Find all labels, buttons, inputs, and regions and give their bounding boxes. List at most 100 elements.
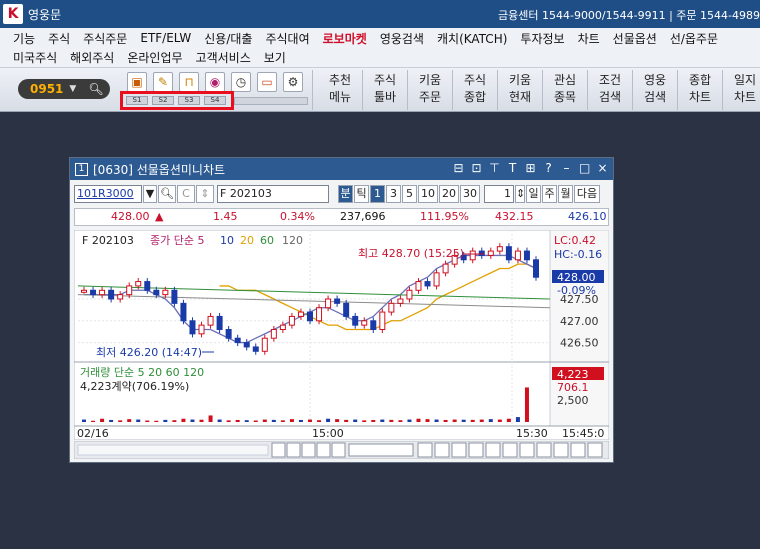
text-icon[interactable]: T [507,161,518,175]
range-button[interactable]: 일 [526,185,541,203]
plus-icon[interactable] [570,442,586,458]
period-button[interactable]: 10 [418,185,438,203]
search-icon[interactable]: 🔍︎ [158,185,176,203]
menu-item[interactable]: 로보마켓 [323,30,367,47]
range-button[interactable]: 다음 [574,185,600,203]
toolbar-button[interactable]: 주식 툴바 [363,70,407,110]
period-button[interactable]: 5 [402,185,417,203]
indicator-icon[interactable] [417,442,433,458]
quote-ratio: 111.95% [420,210,469,223]
chart-area[interactable]: 427.50 427.00 426.50 F 202103 종가 단순 5 10 20 60 1… [73,229,610,441]
minimize-icon[interactable]: – [561,161,572,175]
camera-icon[interactable]: ◉ [205,72,225,92]
zoom-icon[interactable] [536,442,552,458]
rewind-icon[interactable] [301,442,316,458]
link-icon[interactable]: ⊟ [453,161,464,175]
menu-item[interactable]: 고객서비스 [196,49,251,66]
window-title-bar[interactable]: 1 [0630] 선물옵션미니차트 ⊟ ⊡ ⊤ T ⊞ ? – □ × [70,158,613,180]
minus-icon[interactable] [553,442,569,458]
range-button[interactable]: 주 [542,185,557,203]
cursor-icon[interactable] [502,442,518,458]
monitor-icon[interactable]: ▭ [257,72,277,92]
menu-item[interactable]: 주식대여 [265,30,309,47]
menu-item[interactable]: 투자정보 [520,30,564,47]
period-button[interactable]: 20 [439,185,459,203]
period-button[interactable]: 분 [338,185,353,203]
draw-icon[interactable] [451,442,467,458]
volume-bar [434,419,439,422]
period-button[interactable]: 3 [386,185,401,203]
toolbar-button[interactable]: 영웅 검색 [633,70,677,110]
paint-icon[interactable]: ✎ [153,72,173,92]
period-button[interactable]: 틱 [354,185,369,203]
spin-icon[interactable]: ⇕ [515,185,525,203]
count-input[interactable]: 1 [484,185,514,203]
scroll-end-icon[interactable] [271,442,286,458]
menu-item[interactable]: 주식 [48,30,70,47]
close-icon[interactable]: × [597,161,608,175]
toolbar-button[interactable]: 추천 메뉴 [318,70,362,110]
menu-item[interactable]: 해외주식 [70,49,114,66]
play-icon[interactable] [286,442,301,458]
menu-item[interactable]: 영웅검색 [380,30,424,47]
toolbar-button[interactable]: 키움 현재 [498,70,542,110]
stock-code-value: 0951 [30,82,64,96]
range-button[interactable]: 월 [558,185,573,203]
menu-item[interactable]: 선/옵주문 [670,30,718,47]
maximize-icon[interactable]: □ [579,161,590,175]
candle-body [243,342,250,348]
search-icon[interactable]: 🔍︎ [88,81,104,97]
fast-forward-icon[interactable] [331,442,346,458]
settings-icon[interactable] [434,442,450,458]
toolbar-button[interactable]: 관심 종목 [543,70,587,110]
toolbar-button[interactable]: 주식 종합 [453,70,497,110]
x-tick-label: 15:00 [312,427,344,440]
screen-slot[interactable]: S1 [126,96,148,105]
period-button[interactable]: 30 [460,185,480,203]
menu-item[interactable]: 미국주식 [13,49,57,66]
menu-item[interactable]: 신용/대출 [204,30,252,47]
stop-icon[interactable] [316,442,331,458]
volume-bar [82,419,86,422]
menu-item[interactable]: 보기 [264,49,286,66]
screen-slot[interactable]: S4 [204,96,226,105]
grid-icon[interactable]: ⊞ [525,161,536,175]
zoom-slider[interactable] [348,443,414,457]
menu-item[interactable]: 주식주문 [83,30,127,47]
menu-item[interactable]: ETF/ELW [140,31,191,45]
pattern-icon[interactable] [468,442,484,458]
period-button[interactable]: 1 [370,185,385,203]
layout-icon[interactable]: ⊡ [471,161,482,175]
toolbar-button[interactable]: 종합 차트 [678,70,722,110]
futures-code-input[interactable]: 101R3000 [74,185,142,203]
screen-slot[interactable]: S3 [178,96,200,105]
save-icon[interactable]: ▣ [127,72,147,92]
menu-item[interactable]: 선물옵션 [613,30,657,47]
spin-icon[interactable]: ⇕ [196,185,214,203]
menu-item[interactable]: 차트 [578,30,600,47]
screen-slot[interactable]: S2 [152,96,174,105]
candle-body [415,281,422,291]
grid-icon[interactable] [485,442,501,458]
chevron-down-icon[interactable]: ▼ [69,84,76,94]
font-icon[interactable] [587,442,603,458]
chart-svg[interactable]: 427.50427.00426.50F 202103 종가 단순 5 10 20 60 1… [73,229,610,441]
menu-item[interactable]: 기능 [13,30,35,47]
help-icon[interactable]: ? [543,161,554,175]
toolbar-button[interactable]: 일지 차트 [723,70,760,110]
trend-icon[interactable] [519,442,535,458]
menu-item[interactable]: 캐치(KATCH) [437,30,507,47]
lock-icon[interactable]: ⊓ [179,72,199,92]
gear-icon[interactable]: ⚙ [283,72,303,92]
clock-icon[interactable]: ◷ [231,72,251,92]
toolbar-button-line1: 주식 [463,73,487,87]
menu-item[interactable]: 온라인업무 [127,49,182,66]
toolbar-button[interactable]: 키움 주문 [408,70,452,110]
pin-icon[interactable]: ⊤ [489,161,500,175]
volume-bar [353,419,358,422]
stock-code-input[interactable]: 0951 ▼ 🔍︎ [18,79,110,99]
compare-icon[interactable]: C [177,185,195,203]
toolbar-button[interactable]: 조건 검색 [588,70,632,110]
scroll-track[interactable] [77,444,269,456]
chevron-down-icon[interactable]: ▼ [143,185,157,203]
